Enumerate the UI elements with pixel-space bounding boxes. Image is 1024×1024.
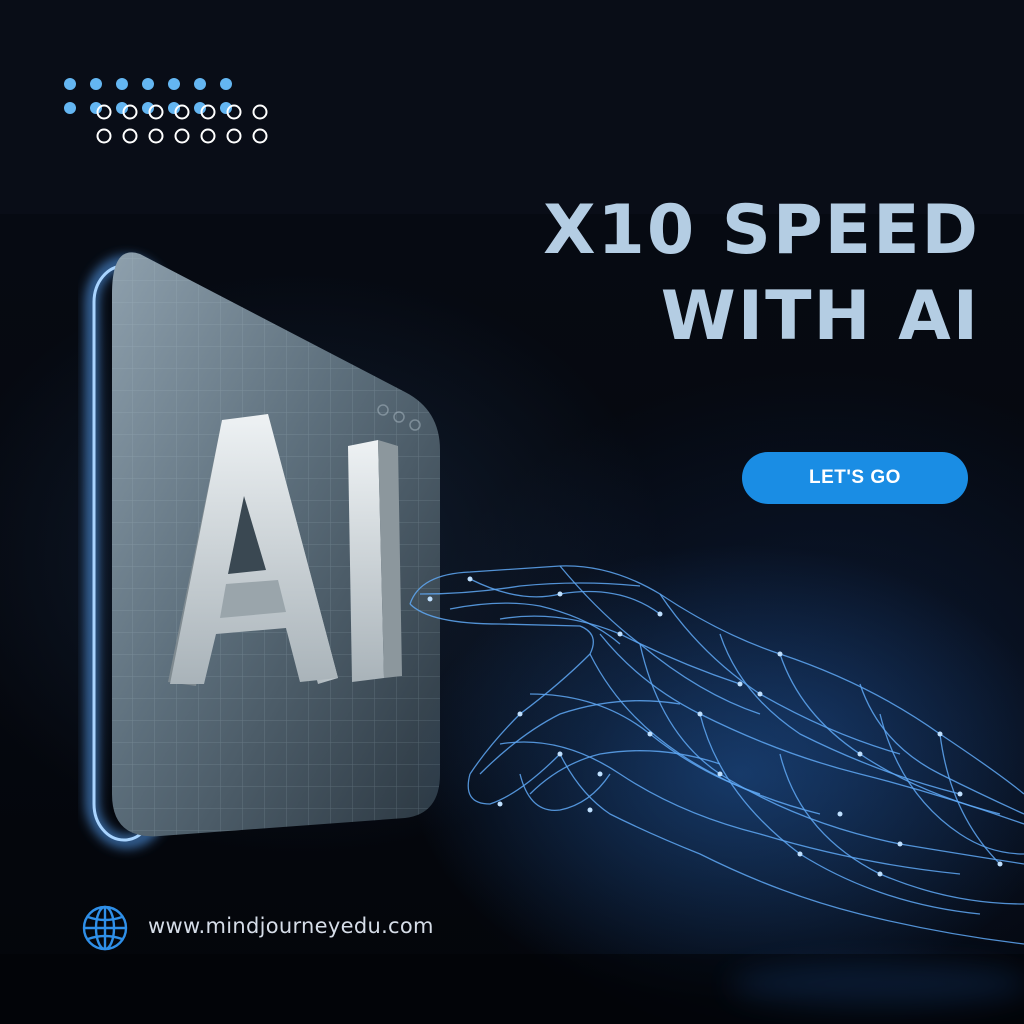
- headline: X10 SPEED WITH AI: [420, 188, 980, 360]
- dot-grid-icon: [62, 74, 282, 150]
- lets-go-button[interactable]: LET'S GO: [742, 452, 968, 504]
- poster: X10 SPEED WITH AI LET'S GO www.mindjourn…: [0, 0, 1024, 1024]
- headline-line-2: WITH AI: [660, 277, 980, 356]
- headline-line-1: X10 SPEED: [543, 191, 980, 270]
- globe-icon: [81, 904, 129, 952]
- website-url[interactable]: www.mindjourneyedu.com: [148, 914, 434, 938]
